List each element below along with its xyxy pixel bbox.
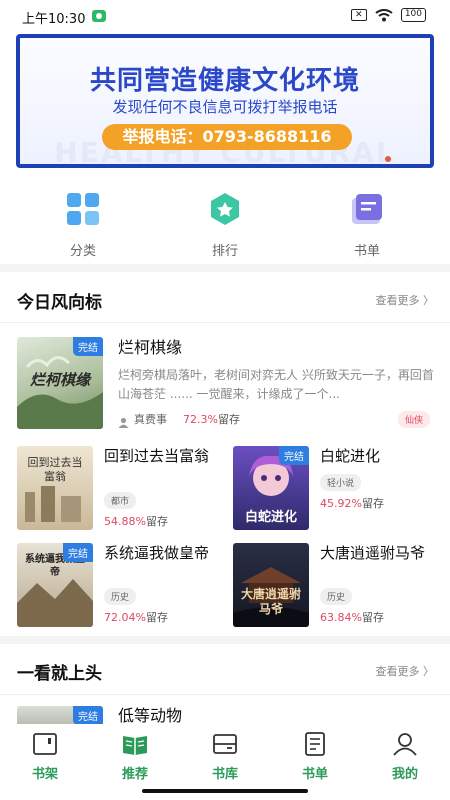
genre-chip: 历史 bbox=[104, 588, 137, 605]
retention-value: 45.92% bbox=[320, 497, 362, 510]
banner-subtitle: 发现任何不良信息可拨打举报电话 bbox=[112, 98, 338, 116]
category-shortcuts: 分类 排行 书单 bbox=[0, 188, 450, 259]
wifi-icon bbox=[375, 8, 393, 21]
featured-title: 烂柯棋缘 bbox=[118, 338, 183, 357]
status-indicators: ✕ 100 bbox=[350, 8, 426, 22]
section-binge-title: 一看就上头 bbox=[17, 664, 102, 684]
bookshelf-icon bbox=[32, 732, 58, 756]
section-trending: 今日风向标 查看更多 〉 烂柯棋缘 完结 烂柯棋缘 烂柯旁棋局落叶，老树间对弈无… bbox=[0, 272, 450, 636]
more-label: 查看更多 bbox=[375, 294, 420, 307]
retention-suffix: 留存 bbox=[217, 413, 240, 426]
shortcut-booklist[interactable]: 书单 bbox=[322, 188, 412, 259]
genre-chip: 历史 bbox=[320, 588, 353, 605]
retention-value: 54.88% bbox=[104, 515, 146, 528]
book-cover: 白蛇进化 完结 bbox=[233, 446, 309, 530]
featured-description: 烂柯旁棋局落叶，老树间对弈无人 兴所致天元一子，再回首山海苍茫 ...... 一… bbox=[118, 368, 434, 401]
retention-suffix: 留存 bbox=[145, 611, 168, 624]
tab-label: 我的 bbox=[391, 767, 418, 782]
section-trending-more[interactable]: 查看更多 〉 bbox=[376, 292, 435, 308]
tab-label: 书架 bbox=[31, 767, 58, 782]
section-binge-more[interactable]: 查看更多 〉 bbox=[376, 663, 435, 679]
completed-badge: 完结 bbox=[279, 446, 309, 465]
tab-label: 推荐 bbox=[121, 767, 148, 782]
cover-title: 大唐逍遥驸马爷 bbox=[240, 587, 301, 616]
genre-chip: 仙侠 bbox=[398, 411, 431, 428]
list-icon bbox=[302, 732, 328, 756]
shortcut-ranking-label: 排行 bbox=[211, 244, 238, 259]
divider bbox=[0, 322, 450, 323]
genre-chip: 轻小说 bbox=[320, 474, 362, 491]
book-cover: 大唐逍遥驸马爷 bbox=[233, 543, 309, 627]
retention-value: 63.84% bbox=[320, 611, 362, 624]
book-retention: 72.04%留存 bbox=[104, 609, 168, 625]
more-label: 查看更多 bbox=[375, 665, 420, 678]
book-title: 系统逼我做皇帝 bbox=[104, 544, 210, 562]
featured-author: 真费事 bbox=[134, 413, 167, 426]
report-hotline: 举报电话：0793-8688116 bbox=[102, 124, 352, 150]
completed-badge: 完结 bbox=[73, 337, 103, 356]
ranking-badge-icon bbox=[208, 192, 242, 226]
no-sim-icon: ✕ bbox=[350, 9, 367, 21]
profile-icon bbox=[392, 732, 418, 756]
tab-bookshelf[interactable]: 书架 bbox=[0, 724, 90, 782]
book-title: 白蛇进化 bbox=[320, 447, 381, 465]
completed-badge: 完结 bbox=[63, 543, 93, 562]
tab-profile[interactable]: 我的 bbox=[360, 724, 450, 782]
tab-recommend[interactable]: 推荐 bbox=[90, 724, 180, 782]
section-binge: 一看就上头 查看更多 〉 完结 低等动物 bbox=[0, 644, 450, 725]
shortcut-category[interactable]: 分类 bbox=[38, 188, 128, 259]
book-retention: 54.88%留存 bbox=[104, 513, 168, 529]
battery-icon: 100 bbox=[400, 8, 426, 22]
retention-value: 72.04% bbox=[104, 611, 146, 624]
chevron-right-icon: 〉 bbox=[423, 294, 434, 307]
app-notification-icon bbox=[92, 10, 106, 22]
book-retention: 63.84%留存 bbox=[320, 609, 384, 625]
retention-suffix: 留存 bbox=[361, 497, 384, 510]
booklist-icon bbox=[350, 192, 384, 226]
book-cover: 回到过去当富翁 bbox=[17, 446, 93, 530]
book-cover: 系统逼我做皇帝 完结 bbox=[17, 543, 93, 627]
book-title: 大唐逍遥驸马爷 bbox=[320, 544, 426, 562]
book-retention: 45.92%留存 bbox=[320, 495, 384, 511]
retention-suffix: 留存 bbox=[361, 611, 384, 624]
divider bbox=[0, 694, 450, 695]
open-book-icon bbox=[122, 732, 148, 756]
featured-retention: 72.3%留存 bbox=[183, 411, 240, 427]
book-title: 低等动物 bbox=[118, 706, 183, 725]
library-icon bbox=[212, 732, 238, 756]
tab-label: 书库 bbox=[211, 767, 238, 782]
book-cover: 完结 bbox=[17, 706, 103, 724]
cover-title: 回到过去当富翁 bbox=[27, 456, 83, 483]
book-title: 回到过去当富翁 bbox=[104, 447, 210, 465]
tab-booklist[interactable]: 书单 bbox=[270, 724, 360, 782]
shortcut-booklist-label: 书单 bbox=[353, 244, 380, 259]
shortcut-ranking[interactable]: 排行 bbox=[180, 188, 270, 259]
retention-suffix: 留存 bbox=[145, 515, 168, 528]
status-bar: 上午10:30 ✕ 100 bbox=[0, 0, 450, 32]
author-icon bbox=[118, 413, 129, 432]
home-indicator[interactable] bbox=[142, 789, 308, 793]
completed-badge: 完结 bbox=[73, 706, 103, 724]
tab-library[interactable]: 书库 bbox=[180, 724, 270, 782]
retention-value: 72.3% bbox=[183, 413, 218, 426]
grid-icon bbox=[66, 192, 100, 226]
book-cover: 烂柯棋缘 完结 bbox=[17, 337, 103, 429]
cover-title: 白蛇进化 bbox=[244, 510, 297, 525]
chevron-right-icon: 〉 bbox=[423, 665, 434, 678]
section-trending-title: 今日风向标 bbox=[17, 293, 102, 313]
status-time: 上午10:30 bbox=[22, 12, 86, 27]
carousel-indicator bbox=[385, 156, 391, 162]
genre-chip: 都市 bbox=[104, 492, 137, 509]
tab-label: 书单 bbox=[301, 767, 328, 782]
shortcut-category-label: 分类 bbox=[69, 244, 96, 259]
promo-banner[interactable]: HEALTHY CULTURAL 共同营造健康文化环境 发现任何不良信息可拨打举… bbox=[16, 34, 434, 168]
cover-title: 烂柯棋缘 bbox=[29, 371, 90, 389]
banner-title: 共同营造健康文化环境 bbox=[89, 66, 360, 96]
